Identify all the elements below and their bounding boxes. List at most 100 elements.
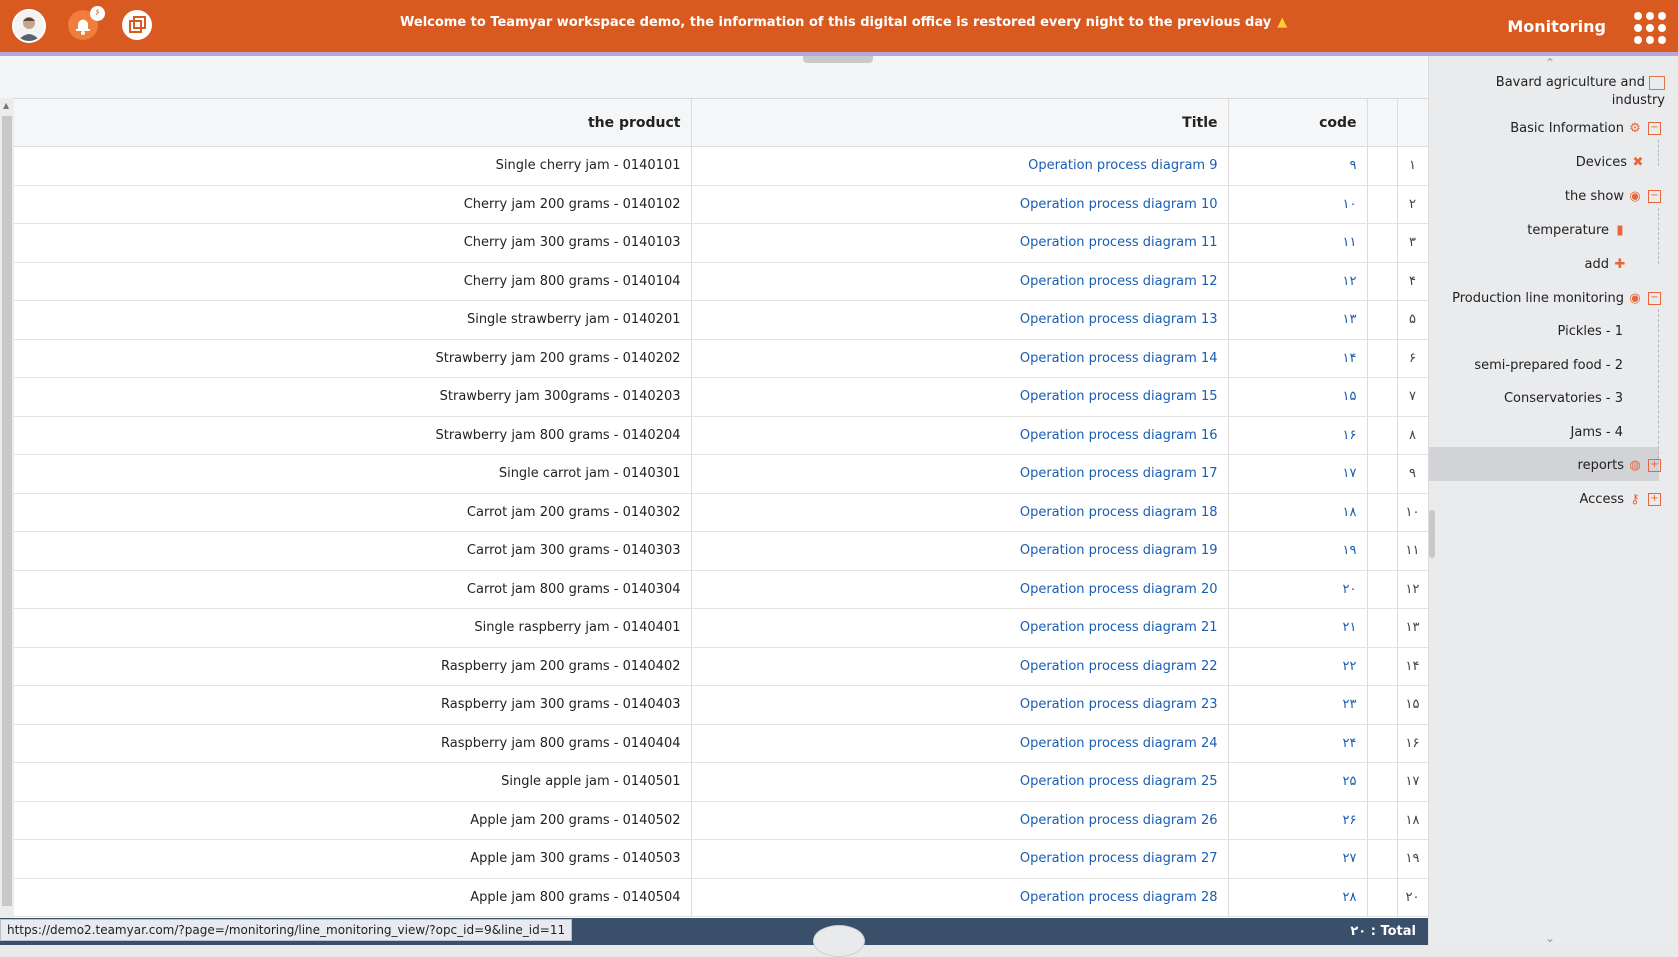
table-row[interactable]: Apple jam 200 grams - 0140502 Operation p… [14, 801, 1428, 840]
sidebar-item-add[interactable]: add ✚ [1585, 257, 1627, 272]
sidebar-item-temperature[interactable]: temperature ▮ [1527, 223, 1627, 238]
blank-cell [1367, 185, 1398, 224]
process-diagram-link[interactable]: Operation process diagram 9 [1028, 158, 1217, 173]
welcome-banner: Welcome to Teamyar workspace demo, the i… [400, 15, 1287, 30]
sidebar-item-pickles[interactable]: Pickles - 1 [1558, 324, 1623, 339]
row-index-cell: ۸ [1397, 416, 1428, 455]
company-name[interactable]: Bavard agriculture and industry [1475, 74, 1665, 110]
blank-cell [1367, 146, 1398, 186]
sidebar-scrollbar-thumb[interactable] [1429, 510, 1435, 558]
eye-icon: ◉ [1629, 188, 1641, 204]
sidebar-item-devices[interactable]: Devices ✖ [1576, 155, 1645, 170]
process-diagram-link[interactable]: Operation process diagram 20 [1020, 582, 1218, 597]
blank-cell [1367, 570, 1398, 609]
process-diagram-link[interactable]: Operation process diagram 23 [1020, 697, 1218, 712]
footer-round-handle[interactable] [813, 925, 865, 957]
sidebar-item-reports[interactable]: reports ◍ + [1578, 458, 1661, 473]
table-row[interactable]: Carrot jam 800 grams - 0140304 Operation … [14, 570, 1428, 609]
product-cell: Cherry jam 800 grams - 0140104 [14, 262, 692, 301]
process-diagram-link[interactable]: Operation process diagram 13 [1020, 312, 1218, 327]
row-index-cell: ۱۱ [1397, 531, 1428, 571]
sidebar-item-basic-information[interactable]: Basic Information ⚙ − [1510, 121, 1661, 136]
sidebar-item-the-show[interactable]: the show ◉ − [1565, 189, 1661, 204]
windows-icon[interactable] [122, 10, 152, 40]
sidebar-item-jams[interactable]: Jams - 4 [1571, 425, 1623, 440]
process-diagram-link[interactable]: Operation process diagram 11 [1020, 235, 1218, 250]
table-row[interactable]: Apple jam 800 grams - 0140504 Operation p… [14, 878, 1428, 917]
column-header-code[interactable]: code [1228, 99, 1368, 147]
sidebar-item-conservatories[interactable]: Conservatories - 3 [1504, 391, 1623, 406]
process-diagram-link[interactable]: Operation process diagram 22 [1020, 659, 1218, 674]
process-diagram-link[interactable]: Operation process diagram 14 [1020, 351, 1218, 366]
table-row[interactable]: Single apple jam - 0140501 Operation proc… [14, 762, 1428, 802]
table-row[interactable]: Strawberry jam 800 grams - 0140204 Operat… [14, 416, 1428, 455]
process-diagram-link[interactable]: Operation process diagram 27 [1020, 851, 1218, 866]
blank-cell [1367, 608, 1398, 648]
blank-cell [1367, 839, 1398, 879]
sidebar-item-label: Jams - 4 [1570, 425, 1623, 440]
column-header-title[interactable]: Title [691, 99, 1229, 147]
table-row[interactable]: Single strawberry jam - 0140201 Operation… [14, 300, 1428, 340]
table-row[interactable]: Single carrot jam - 0140301 Operation pro… [14, 454, 1428, 494]
expand-icon[interactable]: + [1648, 493, 1661, 506]
scrollbar-thumb[interactable] [2, 116, 12, 906]
collapse-icon[interactable]: − [1648, 190, 1661, 203]
process-diagram-link[interactable]: Operation process diagram 26 [1020, 813, 1218, 828]
sidebar-scroll-down-icon[interactable]: ⌄ [1545, 931, 1555, 945]
table-row[interactable]: Carrot jam 300 grams - 0140303 Operation … [14, 531, 1428, 571]
table-scrollbar[interactable]: ▲ [0, 98, 14, 920]
process-diagram-link[interactable]: Operation process diagram 10 [1020, 197, 1218, 212]
process-diagram-link[interactable]: Operation process diagram 28 [1020, 890, 1218, 905]
collapse-icon[interactable]: − [1648, 292, 1661, 305]
sidebar-item-semi-prepared-food[interactable]: semi-prepared food - 2 [1474, 358, 1623, 373]
process-diagram-link[interactable]: Operation process diagram 21 [1020, 620, 1218, 635]
table-row[interactable]: Apple jam 300 grams - 0140503 Operation p… [14, 839, 1428, 879]
process-diagram-link[interactable]: Operation process diagram 19 [1020, 543, 1218, 558]
process-diagram-link[interactable]: Operation process diagram 24 [1020, 736, 1218, 751]
code-cell: ۲۰ [1228, 570, 1368, 609]
user-avatar[interactable] [12, 9, 46, 43]
process-diagram-link[interactable]: Operation process diagram 25 [1020, 774, 1218, 789]
row-index-cell: ۵ [1397, 300, 1428, 340]
table-row[interactable]: Single raspberry jam - 0140401 Operation … [14, 608, 1428, 648]
title-cell: Operation process diagram 13 [691, 300, 1229, 340]
gear-icon: ⚙ [1629, 120, 1641, 136]
code-cell: ۲۴ [1228, 724, 1368, 763]
table-row[interactable]: Strawberry jam 300grams - 0140203 Operati… [14, 377, 1428, 417]
warning-icon: ▲ [1277, 15, 1288, 30]
table-row[interactable]: Carrot jam 200 grams - 0140302 Operation … [14, 493, 1428, 532]
title-cell: Operation process diagram 11 [691, 223, 1229, 263]
column-header-product[interactable]: the product [14, 99, 692, 147]
table-row[interactable]: Single cherry jam - 0140101 Operation pro… [14, 146, 1428, 186]
apps-grid-icon[interactable] [1634, 12, 1666, 44]
process-diagram-link[interactable]: Operation process diagram 17 [1020, 466, 1218, 481]
app-title: Monitoring [1507, 17, 1606, 36]
table-row[interactable]: Strawberry jam 200 grams - 0140202 Operat… [14, 339, 1428, 378]
expand-icon[interactable]: + [1648, 459, 1661, 472]
column-header-blank [1367, 99, 1398, 147]
process-diagram-link[interactable]: Operation process diagram 16 [1020, 428, 1218, 443]
table-row[interactable]: Cherry jam 300 grams - 0140103 Operation … [14, 223, 1428, 263]
table-row[interactable]: Raspberry jam 200 grams - 0140402 Operati… [14, 647, 1428, 686]
table-row[interactable]: Raspberry jam 800 grams - 0140404 Operati… [14, 724, 1428, 763]
sidebar-item-access[interactable]: Access ⚷ + [1579, 492, 1661, 507]
plus-icon: ✚ [1614, 256, 1626, 272]
sidebar-item-production-line-monitoring[interactable]: Production line monitoring ◉ − [1452, 291, 1661, 306]
process-diagram-link[interactable]: Operation process diagram 12 [1020, 274, 1218, 289]
panel-drag-handle[interactable] [803, 56, 873, 63]
table-row[interactable]: Cherry jam 800 grams - 0140104 Operation … [14, 262, 1428, 301]
title-cell: Operation process diagram 16 [691, 416, 1229, 455]
blank-cell [1367, 377, 1398, 417]
collapse-icon[interactable]: − [1648, 122, 1661, 135]
row-index-cell: ۴ [1397, 262, 1428, 301]
table-row[interactable]: Cherry jam 200 grams - 0140102 Operation … [14, 185, 1428, 224]
blank-cell [1367, 339, 1398, 378]
sidebar-scroll-up-icon[interactable]: ⌃ [1545, 56, 1555, 70]
table-row[interactable]: Raspberry jam 300 grams - 0140403 Operati… [14, 685, 1428, 725]
product-cell: Strawberry jam 800 grams - 0140204 [14, 416, 692, 455]
code-cell: ۱۱ [1228, 223, 1368, 263]
blank-cell [1367, 262, 1398, 301]
process-diagram-link[interactable]: Operation process diagram 18 [1020, 505, 1218, 520]
scroll-up-icon[interactable]: ▲ [3, 101, 9, 110]
process-diagram-link[interactable]: Operation process diagram 15 [1020, 389, 1218, 404]
